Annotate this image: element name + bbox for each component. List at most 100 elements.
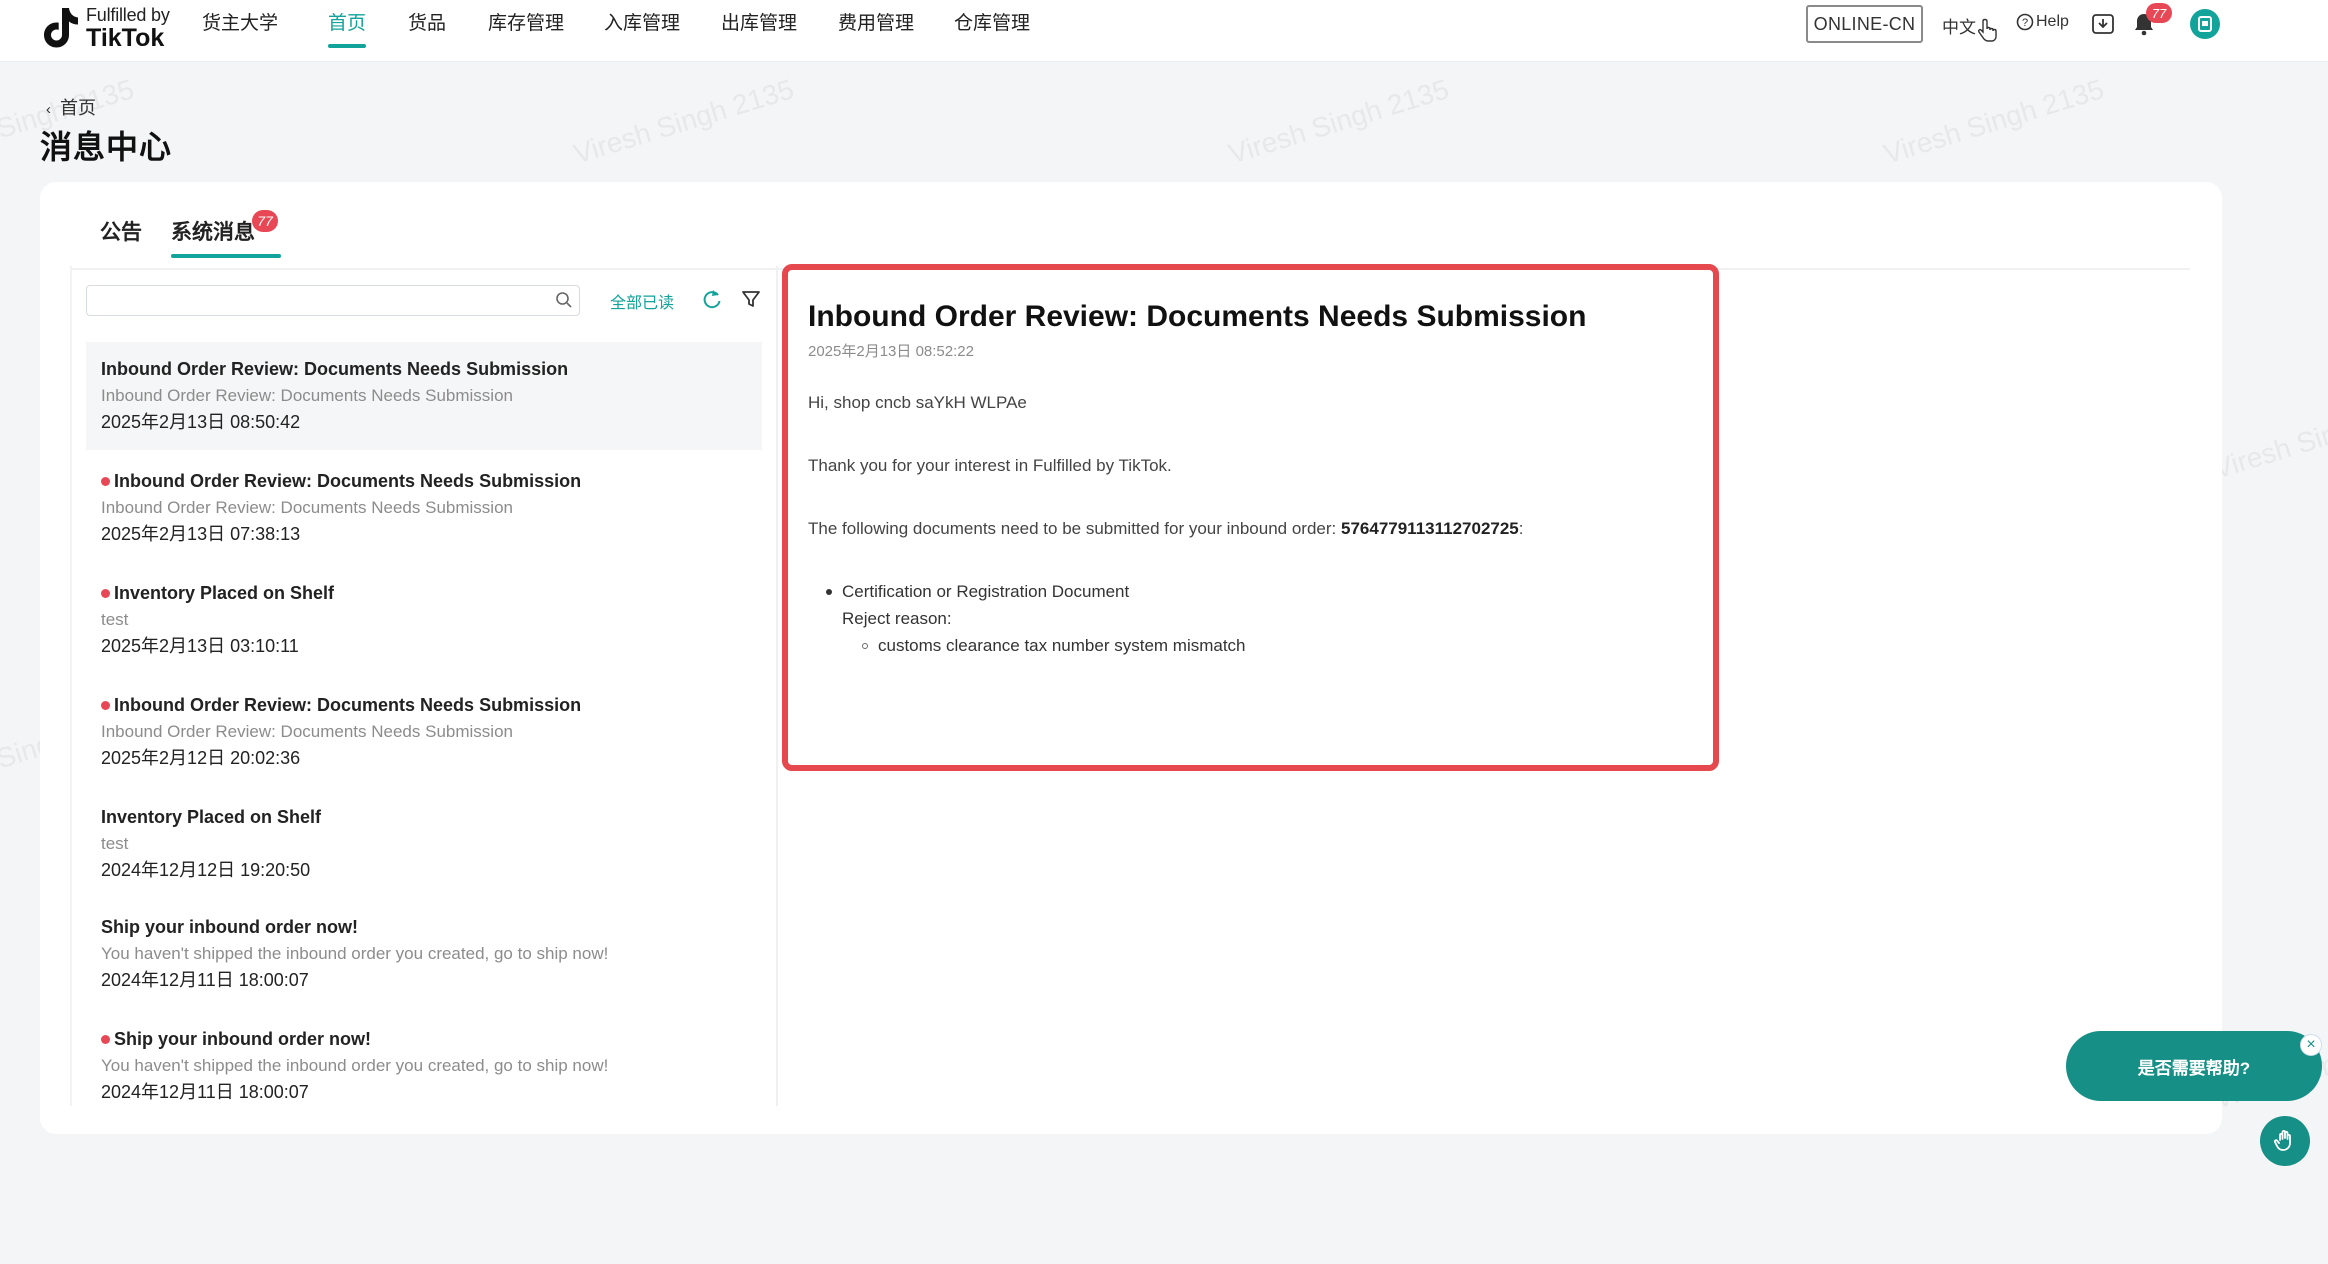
detail-date: 2025年2月13日 08:52:22	[808, 343, 974, 360]
environment-badge[interactable]: ONLINE-CN	[1806, 5, 1923, 43]
language-label: 中文	[1942, 18, 1976, 37]
message-title: Ship your inbound order now!	[101, 1026, 762, 1052]
nav-item-fees[interactable]: 费用管理	[838, 12, 914, 46]
page-title: 消息中心	[40, 129, 173, 165]
cursor-icon	[1978, 18, 1997, 42]
nav-item-university[interactable]: 货主大学	[202, 12, 278, 46]
message-title: Ship your inbound order now!	[101, 914, 762, 940]
breadcrumb-home: 首页	[60, 98, 97, 118]
message-date: 2024年12月11日 18:00:07	[101, 1082, 309, 1102]
tab-system-messages[interactable]: 系统消息	[171, 216, 281, 258]
message-title-text: Inbound Order Review: Documents Needs Su…	[101, 359, 569, 379]
message-list-item[interactable]: Inbound Order Review: Documents Needs Su…	[86, 342, 762, 450]
breadcrumb[interactable]: ‹ 首页	[46, 94, 96, 120]
message-date: 2025年2月13日 07:38:13	[101, 524, 301, 544]
message-summary: test	[101, 834, 129, 853]
unread-dot-icon	[101, 476, 110, 486]
bullet-icon	[826, 589, 832, 595]
language-switch[interactable]: 中文	[1942, 13, 1976, 38]
refresh-icon[interactable]	[700, 287, 724, 311]
hollow-bullet-icon	[862, 643, 868, 649]
message-date: 2025年2月13日 03:10:11	[101, 636, 299, 656]
reject-reason: customs clearance tax number system mism…	[878, 636, 1246, 655]
tiktok-logo-icon	[44, 8, 78, 48]
message-date: 2024年12月12日 19:20:50	[101, 860, 311, 880]
message-title: Inbound Order Review: Documents Needs Su…	[101, 692, 762, 718]
nav-item-home[interactable]: 首页	[328, 12, 367, 48]
help-circle-icon: ?	[2016, 13, 2034, 31]
download-icon[interactable]	[2091, 12, 2115, 36]
system-messages-badge: 77	[252, 210, 278, 232]
reject-reason-label: Reject reason:	[842, 609, 952, 628]
tab-announcements[interactable]: 公告	[100, 216, 142, 246]
order-number[interactable]: 5764779113112702725	[1341, 519, 1519, 538]
message-list-item[interactable]: Ship your inbound order now! You haven't …	[86, 1012, 762, 1120]
brand-logo[interactable]: Fulfilled by TikTok	[40, 3, 170, 53]
brand-line1: Fulfilled by	[86, 4, 170, 25]
notification-badge: 77	[2146, 3, 2172, 23]
watermark-text: Viresh Singh 2135	[2210, 388, 2328, 485]
docs-intro-text: The following documents need to be submi…	[808, 519, 1337, 538]
brand-line2: TikTok	[86, 23, 165, 52]
search-input[interactable]	[87, 286, 579, 315]
message-list-item[interactable]: Inbound Order Review: Documents Needs Su…	[86, 678, 762, 786]
message-summary: Inbound Order Review: Documents Needs Su…	[101, 386, 513, 405]
message-title: Inbound Order Review: Documents Needs Su…	[101, 356, 762, 382]
detail-title: Inbound Order Review: Documents Needs Su…	[808, 300, 1587, 333]
watermark-text: Viresh Singh 2135	[1880, 73, 2108, 170]
top-navigation-bar: Fulfilled by TikTok 货主大学 首页 货品 库存管理 入库管理…	[0, 0, 2328, 62]
mark-all-read-button[interactable]: 全部已读	[610, 289, 674, 313]
chevron-left-icon: ‹	[46, 101, 51, 118]
watermark-text: Viresh Singh 2135	[570, 73, 798, 170]
message-title-text: Ship your inbound order now!	[114, 1029, 371, 1049]
avatar-icon	[2198, 16, 2212, 32]
reject-reason-item: customs clearance tax number system mism…	[862, 636, 1246, 656]
unread-dot-icon	[101, 1034, 110, 1044]
document-list-item: Certification or Registration Document	[826, 582, 1129, 602]
filter-icon[interactable]	[740, 288, 762, 310]
nav-item-warehouse[interactable]: 仓库管理	[954, 12, 1030, 46]
help-chat-button[interactable]	[2260, 1116, 2310, 1166]
help-prompt-bubble[interactable]: 是否需要帮助?	[2066, 1031, 2322, 1101]
message-list-item[interactable]: Inventory Placed on Shelf test 2024年12月12日…	[86, 790, 762, 898]
nav-item-outbound[interactable]: 出库管理	[721, 12, 797, 46]
help-link[interactable]: ? Help	[2016, 13, 2069, 31]
message-title: Inbound Order Review: Documents Needs Su…	[101, 468, 762, 494]
help-label: Help	[2036, 13, 2069, 30]
message-title: Inventory Placed on Shelf	[101, 804, 762, 830]
message-summary: Inbound Order Review: Documents Needs Su…	[101, 498, 513, 517]
message-summary: You haven't shipped the inbound order yo…	[101, 944, 609, 963]
nav-item-inbound[interactable]: 入库管理	[604, 12, 680, 46]
message-title-text: Inventory Placed on Shelf	[101, 807, 322, 827]
detail-greeting: Hi, shop cncb saYkH WLPAe	[808, 393, 1027, 412]
svg-text:?: ?	[2022, 17, 2028, 29]
message-summary: test	[101, 610, 129, 629]
watermark-text: Viresh Singh 2135	[1225, 73, 1453, 170]
message-summary: You haven't shipped the inbound order yo…	[101, 1056, 609, 1075]
message-title-text: Inventory Placed on Shelf	[114, 583, 335, 603]
message-date: 2025年2月13日 08:50:42	[101, 412, 301, 432]
close-icon[interactable]: ×	[2300, 1034, 2322, 1056]
detail-thanks: Thank you for your interest in Fulfilled…	[808, 456, 1172, 475]
hand-icon	[2273, 1129, 2291, 1151]
message-date: 2024年12月11日 18:00:07	[101, 970, 309, 990]
message-date: 2025年2月12日 20:02:36	[101, 748, 301, 768]
message-list-item[interactable]: Inventory Placed on Shelf test 2025年2月13日 …	[86, 566, 762, 674]
help-prompt-text: 是否需要帮助?	[2137, 1058, 2251, 1078]
nav-item-inventory[interactable]: 库存管理	[488, 12, 564, 46]
unread-dot-icon	[101, 700, 110, 710]
avatar[interactable]	[2190, 9, 2220, 39]
message-title-text: Inbound Order Review: Documents Needs Su…	[114, 695, 582, 715]
message-title: Inventory Placed on Shelf	[101, 580, 762, 606]
detail-docs-intro: The following documents need to be submi…	[808, 519, 1524, 539]
message-summary: Inbound Order Review: Documents Needs Su…	[101, 722, 513, 741]
message-list-item[interactable]: Ship your inbound order now! You haven't …	[86, 900, 762, 1008]
search-icon[interactable]	[554, 290, 574, 310]
message-list-item[interactable]: Inbound Order Review: Documents Needs Su…	[86, 454, 762, 562]
message-title-text: Inbound Order Review: Documents Needs Su…	[114, 471, 582, 491]
docs-intro-suffix: :	[1518, 519, 1524, 538]
unread-dot-icon	[101, 588, 110, 598]
search-field[interactable]	[86, 285, 580, 316]
message-title-text: Ship your inbound order now!	[101, 917, 358, 937]
nav-item-goods[interactable]: 货品	[408, 12, 446, 46]
